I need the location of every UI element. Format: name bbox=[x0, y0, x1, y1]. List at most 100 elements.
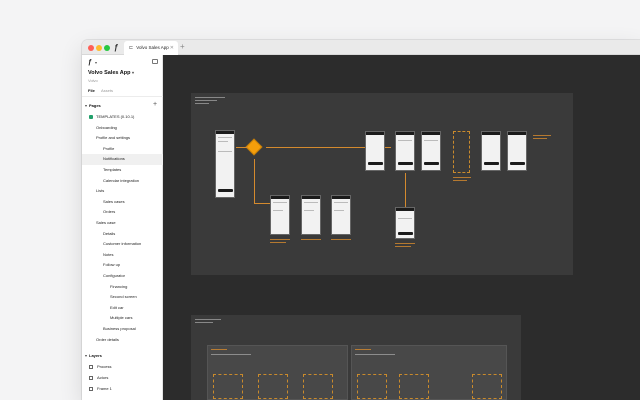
step-box[interactable] bbox=[472, 374, 502, 399]
sidebar-toggle-icon[interactable] bbox=[152, 59, 158, 64]
decision-diamond[interactable] bbox=[245, 138, 263, 156]
page-item[interactable]: Customer information bbox=[82, 239, 163, 250]
step-box[interactable] bbox=[399, 374, 429, 399]
left-sidebar: ƒ ▾ Volvo Sales App ▾ Volvo File Assets … bbox=[82, 55, 163, 400]
step-box[interactable] bbox=[258, 374, 288, 399]
figma-menu-icon[interactable]: ƒ bbox=[88, 59, 92, 66]
tab-title: Volvo Sales App bbox=[136, 45, 169, 50]
frame-icon bbox=[89, 364, 93, 369]
screen-frame[interactable] bbox=[215, 130, 235, 198]
flow-frame[interactable] bbox=[207, 345, 348, 400]
flow-section[interactable] bbox=[191, 93, 573, 275]
pages-header[interactable]: ▾ Pages + bbox=[82, 101, 163, 111]
page-item[interactable]: Onboarding bbox=[82, 123, 163, 134]
step-box[interactable] bbox=[303, 374, 333, 399]
screen-frame[interactable] bbox=[421, 131, 441, 171]
chevron-down-icon: ▾ bbox=[132, 70, 135, 75]
new-tab-button[interactable]: + bbox=[180, 42, 185, 51]
layer-item[interactable]: Frame 1 bbox=[82, 384, 163, 395]
frame-description bbox=[355, 354, 395, 355]
section-note-text bbox=[195, 97, 225, 98]
flow-frame[interactable] bbox=[351, 345, 507, 400]
page-label: Details bbox=[103, 230, 116, 236]
connector-line bbox=[236, 147, 248, 148]
file-title[interactable]: Volvo Sales App ▾ bbox=[88, 70, 134, 76]
page-item[interactable]: Configurator bbox=[82, 271, 163, 282]
screen-frame[interactable] bbox=[301, 195, 321, 235]
page-label: Profile and settings bbox=[96, 135, 131, 141]
screen-frame[interactable] bbox=[507, 131, 527, 171]
page-item[interactable]: TEMPLATES (0.10.1) bbox=[82, 112, 163, 123]
frame-icon bbox=[89, 375, 93, 380]
placeholder-note[interactable] bbox=[453, 131, 470, 173]
layer-label: Actors bbox=[97, 375, 109, 380]
figma-window: ƒ ⊏ Volvo Sales App ✕ + ƒ ▾ Volvo Sales A… bbox=[82, 40, 640, 400]
section-note-text bbox=[195, 319, 221, 320]
page-label: Notes bbox=[103, 251, 114, 257]
maximize-window-button[interactable] bbox=[104, 45, 110, 51]
page-label: TEMPLATES (0.10.1) bbox=[96, 114, 135, 119]
page-item[interactable]: Follow up bbox=[82, 260, 163, 271]
layer-item[interactable]: Actors bbox=[82, 373, 163, 384]
page-label: Follow up bbox=[103, 262, 121, 268]
page-item[interactable]: Business proposal bbox=[82, 324, 163, 335]
page-item[interactable]: Profile and settings bbox=[82, 133, 163, 144]
page-item[interactable]: Order details bbox=[82, 335, 163, 346]
screen-frame[interactable] bbox=[331, 195, 351, 235]
page-item[interactable]: Notes bbox=[82, 250, 163, 261]
close-tab-icon[interactable]: ✕ bbox=[170, 41, 174, 55]
page-item[interactable]: Notifications bbox=[82, 154, 163, 165]
annotation-text bbox=[395, 246, 411, 247]
page-item[interactable]: Edit car bbox=[82, 303, 163, 314]
page-item[interactable]: Sales cases bbox=[82, 197, 163, 208]
screen-frame[interactable] bbox=[395, 131, 415, 171]
pages-label: Pages bbox=[89, 103, 101, 108]
minimize-window-button[interactable] bbox=[96, 45, 102, 51]
page-item[interactable]: Details bbox=[82, 229, 163, 240]
page-item[interactable]: Sales case bbox=[82, 218, 163, 229]
add-page-button[interactable]: + bbox=[153, 101, 157, 108]
page-label: Orders bbox=[103, 209, 116, 215]
screen-frame[interactable] bbox=[481, 131, 501, 171]
page-label: Sales case bbox=[96, 220, 116, 225]
page-item[interactable]: Financing bbox=[82, 282, 163, 293]
layer-label: Frame 1 bbox=[97, 386, 112, 391]
step-box[interactable] bbox=[357, 374, 387, 399]
page-item[interactable]: Profile bbox=[82, 144, 163, 155]
screen-frame[interactable] bbox=[395, 207, 415, 239]
page-label: Notifications bbox=[103, 156, 125, 162]
layers-header[interactable]: ▾ Layers bbox=[82, 351, 163, 361]
tab-assets[interactable]: Assets bbox=[101, 88, 113, 93]
page-item[interactable]: Second screen bbox=[82, 292, 163, 303]
annotation-text bbox=[395, 243, 415, 244]
page-label: Calendar integration bbox=[103, 177, 140, 183]
step-box[interactable] bbox=[213, 374, 243, 399]
chevron-down-icon[interactable]: ▾ bbox=[95, 60, 97, 65]
page-label: Financing bbox=[110, 283, 128, 289]
annotation-text bbox=[301, 239, 321, 240]
figma-logo-icon[interactable]: ƒ bbox=[114, 43, 118, 52]
file-tab[interactable]: ⊏ Volvo Sales App ✕ bbox=[124, 41, 178, 55]
screen-frame[interactable] bbox=[365, 131, 385, 171]
layer-label: Process bbox=[97, 364, 112, 369]
page-item[interactable]: Lists bbox=[82, 186, 163, 197]
file-subtitle: Volvo bbox=[88, 78, 98, 83]
chevron-down-icon: ▾ bbox=[85, 353, 88, 358]
close-window-button[interactable] bbox=[88, 45, 94, 51]
page-item[interactable]: Calendar integration bbox=[82, 176, 163, 187]
design-canvas[interactable] bbox=[163, 55, 640, 400]
annotation-text bbox=[533, 138, 547, 139]
frame-icon bbox=[89, 386, 93, 391]
frame-description bbox=[211, 354, 251, 355]
page-label: Configurator bbox=[103, 273, 126, 278]
page-item[interactable]: Orders bbox=[82, 207, 163, 218]
page-label: Templates bbox=[103, 167, 122, 172]
page-item[interactable]: Multiple cars bbox=[82, 313, 163, 324]
screen-frame[interactable] bbox=[270, 195, 290, 235]
layer-item[interactable]: Process bbox=[82, 362, 163, 373]
annotation-text bbox=[270, 239, 290, 240]
tab-file[interactable]: File bbox=[88, 88, 95, 93]
page-label: Order details bbox=[96, 336, 119, 342]
flow-section-2[interactable] bbox=[191, 315, 521, 400]
page-item[interactable]: Templates bbox=[82, 165, 163, 176]
